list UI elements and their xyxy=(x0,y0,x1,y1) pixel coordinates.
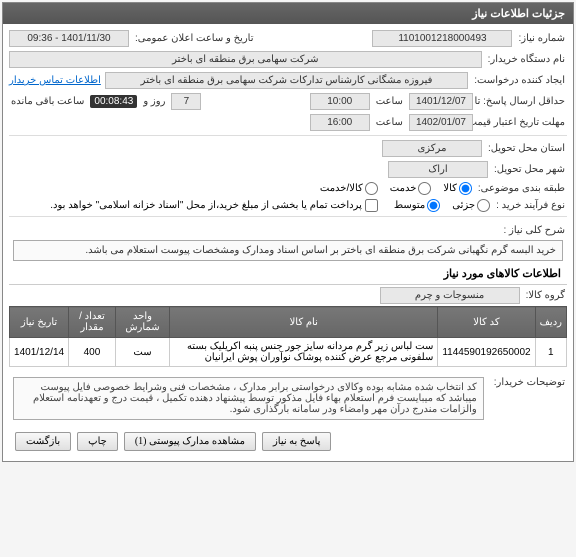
day-label: روز و xyxy=(141,96,167,107)
radio-both[interactable]: کالا/خدمت xyxy=(320,182,378,195)
radio-goods-label: کالا xyxy=(443,183,457,194)
radio-service-label: خدمت xyxy=(390,183,417,194)
city-value: اراک xyxy=(388,161,488,178)
panel-header: جزئیات اطلاعات نیاز xyxy=(3,3,573,24)
panel-title: جزئیات اطلاعات نیاز xyxy=(472,8,565,20)
process-radio-group: جزئی متوسط xyxy=(394,199,490,212)
row-process: نوع فرآیند خرید : جزئی متوسط پرداخت تمام… xyxy=(9,197,567,214)
deadline-date: 1401/12/07 xyxy=(409,93,473,110)
remaining-label: ساعت باقی مانده xyxy=(9,96,86,107)
footer-buttons: پاسخ به نیاز مشاهده مدارک پیوستی (1) چاپ… xyxy=(9,426,567,457)
validity-label: مهلت تاریخ اعتبار قیمت: تا تاریخ: xyxy=(477,117,567,128)
radio-both-label: کالا/خدمت xyxy=(320,183,363,194)
radio-medium[interactable]: متوسط xyxy=(394,199,440,212)
table-header-row: ردیف کد کالا نام کالا واحد شمارش تعداد /… xyxy=(10,307,567,338)
day-value: 7 xyxy=(171,93,201,110)
creator-value: فیروزه مشگانی کارشناس تدارکات شرکت سهامی… xyxy=(105,72,468,89)
table-row: 1 1144590192650002 ست لباس زیر گرم مردان… xyxy=(10,338,567,367)
reply-button[interactable]: پاسخ به نیاز xyxy=(262,432,332,451)
cell-date: 1401/12/14 xyxy=(10,338,69,367)
radio-small-label: جزئی xyxy=(452,200,475,211)
row-deadline: حداقل ارسال پاسخ: تا تاریخ: 1401/12/07 س… xyxy=(9,91,567,112)
province-label: استان محل تحویل: xyxy=(486,143,567,154)
row-city: شهر محل تحویل: اراک xyxy=(9,159,567,180)
row-buyer-notes: توضیحات خریدار: کد انتخاب شده مشابه بوده… xyxy=(9,371,567,426)
th-row: ردیف xyxy=(535,307,566,338)
goods-info-title: اطلاعات کالاهای مورد نیاز xyxy=(9,263,567,285)
row-need-desc: شرح کلی نیاز : xyxy=(9,219,567,238)
row-buyer: نام دستگاه خریدار: شرکت سهامی برق منطقه … xyxy=(9,49,567,70)
radio-service[interactable]: خدمت xyxy=(390,182,432,195)
panel-content: شماره نیاز: 1101001218000493 تاریخ و ساع… xyxy=(3,24,573,461)
buyer-notes-box: کد انتخاب شده مشابه بوده وکالای درخواستی… xyxy=(13,377,484,420)
goods-group-label: گروه کالا: xyxy=(524,290,567,301)
deadline-label: حداقل ارسال پاسخ: تا تاریخ: xyxy=(477,96,567,107)
row-province: استان محل تحویل: مرکزی xyxy=(9,138,567,159)
row-goods-group: گروه کالا: منسوجات و چرم xyxy=(9,285,567,306)
announce-value: 1401/11/30 - 09:36 xyxy=(9,30,129,47)
cell-qty: 400 xyxy=(69,338,116,367)
row-creator: ایجاد کننده درخواست: فیروزه مشگانی کارشن… xyxy=(9,70,567,91)
deadline-time-label: ساعت xyxy=(374,96,405,107)
payment-checkbox[interactable]: پرداخت تمام یا بخشی از مبلغ خرید،از محل … xyxy=(50,199,378,212)
need-number-value: 1101001218000493 xyxy=(372,30,512,47)
payment-note: پرداخت تمام یا بخشی از مبلغ خرید،از محل … xyxy=(50,200,362,211)
radio-medium-label: متوسط xyxy=(394,200,425,211)
radio-service-input[interactable] xyxy=(418,182,431,195)
goods-table: ردیف کد کالا نام کالا واحد شمارش تعداد /… xyxy=(9,306,567,367)
city-label: شهر محل تحویل: xyxy=(492,164,567,175)
radio-goods-input[interactable] xyxy=(459,182,472,195)
row-validity: مهلت تاریخ اعتبار قیمت: تا تاریخ: 1402/0… xyxy=(9,112,567,133)
main-panel: جزئیات اطلاعات نیاز شماره نیاز: 11010012… xyxy=(2,2,574,462)
need-number-label: شماره نیاز: xyxy=(516,33,567,44)
print-button[interactable]: چاپ xyxy=(77,432,118,451)
cell-unit: ست xyxy=(115,338,169,367)
th-date: تاریخ نیاز xyxy=(10,307,69,338)
radio-small-input[interactable] xyxy=(477,199,490,212)
radio-small[interactable]: جزئی xyxy=(452,199,490,212)
announce-label: تاریخ و ساعت اعلان عمومی: xyxy=(133,33,256,44)
category-label: طبقه بندی موضوعی: xyxy=(476,183,567,194)
row-category: طبقه بندی موضوعی: کالا خدمت کالا/خدمت xyxy=(9,180,567,197)
need-desc-box: خرید البسه گرم نگهبانی شرکت برق منطقه ای… xyxy=(13,240,563,261)
remaining-time: 00:08:43 xyxy=(90,95,137,108)
radio-goods[interactable]: کالا xyxy=(443,182,472,195)
radio-medium-input[interactable] xyxy=(427,199,440,212)
payment-checkbox-input[interactable] xyxy=(365,199,378,212)
th-code: کد کالا xyxy=(438,307,535,338)
buyer-label: نام دستگاه خریدار: xyxy=(486,54,567,65)
cell-idx: 1 xyxy=(535,338,566,367)
deadline-time: 10:00 xyxy=(310,93,370,110)
process-label: نوع فرآیند خرید : xyxy=(494,200,567,211)
row-need-number: شماره نیاز: 1101001218000493 تاریخ و ساع… xyxy=(9,28,567,49)
buyer-notes-label: توضیحات خریدار: xyxy=(492,373,567,388)
buyer-value: شرکت سهامی برق منطقه ای باختر xyxy=(9,51,482,68)
province-value: مرکزی xyxy=(382,140,482,157)
attachments-button[interactable]: مشاهده مدارک پیوستی (1) xyxy=(124,432,256,451)
cell-code: 1144590192650002 xyxy=(438,338,535,367)
contact-link[interactable]: اطلاعات تماس خریدار xyxy=(9,75,101,86)
back-button[interactable]: بازگشت xyxy=(15,432,71,451)
goods-group-value: منسوجات و چرم xyxy=(380,287,520,304)
category-radio-group: کالا خدمت کالا/خدمت xyxy=(320,182,472,195)
th-qty: تعداد / مقدار xyxy=(69,307,116,338)
th-name: نام کالا xyxy=(170,307,438,338)
validity-date: 1402/01/07 xyxy=(409,114,473,131)
need-desc-label: شرح کلی نیاز : xyxy=(501,221,567,236)
validity-time: 16:00 xyxy=(310,114,370,131)
radio-both-input[interactable] xyxy=(365,182,378,195)
th-unit: واحد شمارش xyxy=(115,307,169,338)
creator-label: ایجاد کننده درخواست: xyxy=(472,75,567,86)
validity-time-label: ساعت xyxy=(374,117,405,128)
cell-name: ست لباس زیر گرم مردانه سایز جور جنس پنبه… xyxy=(170,338,438,367)
